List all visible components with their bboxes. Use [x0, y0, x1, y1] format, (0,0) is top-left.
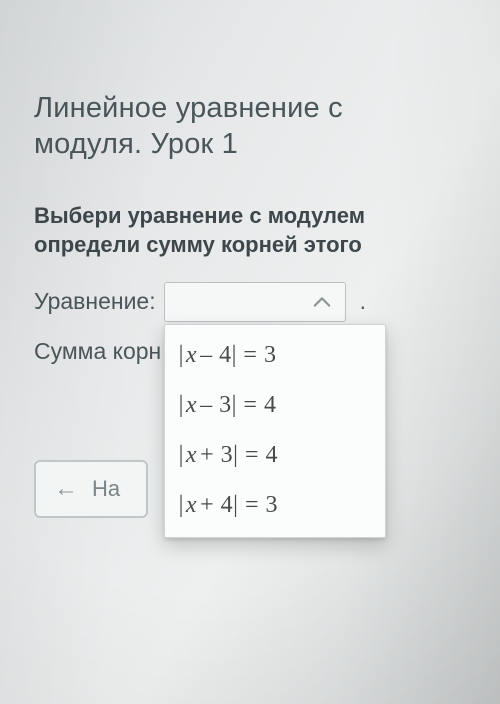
page-title: Линейное уравнение с модуля. Урок 1 [34, 90, 500, 163]
lhs-const: 3 [221, 442, 234, 469]
lhs-const: 4 [221, 492, 234, 519]
sum-label: Сумма корн [34, 338, 161, 365]
rhs: 3 [264, 342, 277, 369]
dropdown-option[interactable]: | x + 4 | = 3 [165, 481, 385, 531]
equation-label: Уравнение: [34, 288, 156, 315]
rhs: 3 [265, 492, 278, 519]
dropdown-option[interactable]: | x – 3 | = 4 [165, 381, 385, 431]
dropdown-option[interactable]: | x – 4 | = 3 [165, 331, 385, 381]
op-sign: + [200, 492, 214, 519]
var-x: x [186, 392, 197, 419]
abs-open: | [179, 492, 184, 519]
task-instruction: Выбери уравнение с модулем определи сумм… [34, 201, 500, 260]
lhs-const: 4 [219, 342, 232, 369]
abs-open: | [179, 442, 184, 469]
abs-open: | [179, 392, 184, 419]
var-x: x [186, 442, 197, 469]
chevron-up-icon [313, 293, 331, 311]
rhs: 4 [265, 442, 278, 469]
op-sign: – [200, 342, 213, 369]
trailing-period: . [360, 288, 366, 315]
back-button-label: На [92, 476, 120, 502]
dropdown-option[interactable]: | x + 3 | = 4 [165, 431, 385, 481]
back-button[interactable]: ← На [34, 460, 148, 518]
var-x: x [186, 492, 197, 519]
lhs-const: 3 [219, 392, 232, 419]
equation-select[interactable] [164, 282, 346, 322]
rhs: 4 [264, 392, 277, 419]
arrow-left-icon: ← [54, 475, 78, 503]
op-sign: + [200, 442, 214, 469]
op-sign: – [200, 392, 213, 419]
var-x: x [186, 342, 197, 369]
equation-dropdown: | x – 4 | = 3 | x – 3 | = [164, 324, 386, 538]
abs-open: | [179, 342, 184, 369]
